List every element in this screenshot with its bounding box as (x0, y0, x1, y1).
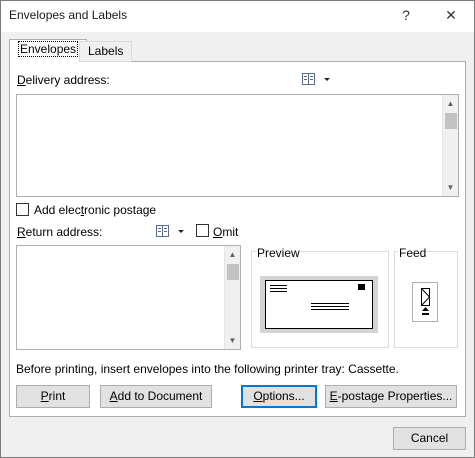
tab-envelopes-label: Envelopes (18, 41, 79, 57)
preview-label: Preview (256, 246, 301, 260)
address-book-icon (156, 225, 184, 237)
scrollbar-thumb[interactable] (227, 264, 239, 280)
return-address-input[interactable]: ▲ ▼ (16, 245, 241, 350)
cancel-button[interactable]: Cancel (393, 427, 466, 450)
delivery-address-book-button[interactable] (301, 71, 335, 87)
envelope-preview[interactable] (260, 276, 378, 333)
electronic-postage-label: Add electronic postage (34, 203, 157, 217)
feed-method-button[interactable] (412, 282, 438, 322)
scroll-down-icon[interactable]: ▼ (225, 333, 240, 348)
scroll-down-icon[interactable]: ▼ (443, 180, 458, 195)
window-title: Envelopes and Labels (9, 8, 128, 22)
scroll-up-icon[interactable]: ▲ (225, 247, 240, 262)
tab-envelopes[interactable]: Envelopes (9, 39, 88, 62)
feed-label: Feed (398, 246, 428, 260)
delivery-address-scrollbar[interactable]: ▲ ▼ (442, 95, 458, 196)
address-book-icon (302, 73, 330, 85)
envelope-feed-icon (412, 282, 438, 322)
epostage-properties-button[interactable]: E-postage Properties... (325, 385, 457, 408)
close-button[interactable]: ✕ (438, 4, 464, 26)
omit-label: Omit (213, 225, 239, 239)
print-button[interactable]: Print (16, 385, 90, 408)
options-button[interactable]: Options... (241, 385, 317, 408)
return-address-label: Return address: (17, 225, 103, 239)
printer-tray-note: Before printing, insert envelopes into t… (16, 362, 399, 376)
envelope-icon (260, 276, 378, 333)
scroll-up-icon[interactable]: ▲ (443, 96, 458, 111)
help-button[interactable]: ? (393, 4, 419, 26)
tab-labels[interactable]: Labels (79, 41, 133, 62)
return-address-scrollbar[interactable]: ▲ ▼ (224, 246, 240, 349)
electronic-postage-checkbox[interactable] (16, 203, 29, 216)
scrollbar-thumb[interactable] (445, 113, 457, 129)
delivery-address-input[interactable]: ▲ ▼ (16, 94, 459, 197)
delivery-address-label: Delivery address: (17, 73, 110, 87)
add-to-document-button[interactable]: Add to Document (100, 385, 212, 408)
return-address-book-button[interactable] (155, 223, 189, 239)
omit-checkbox[interactable] (196, 224, 209, 237)
